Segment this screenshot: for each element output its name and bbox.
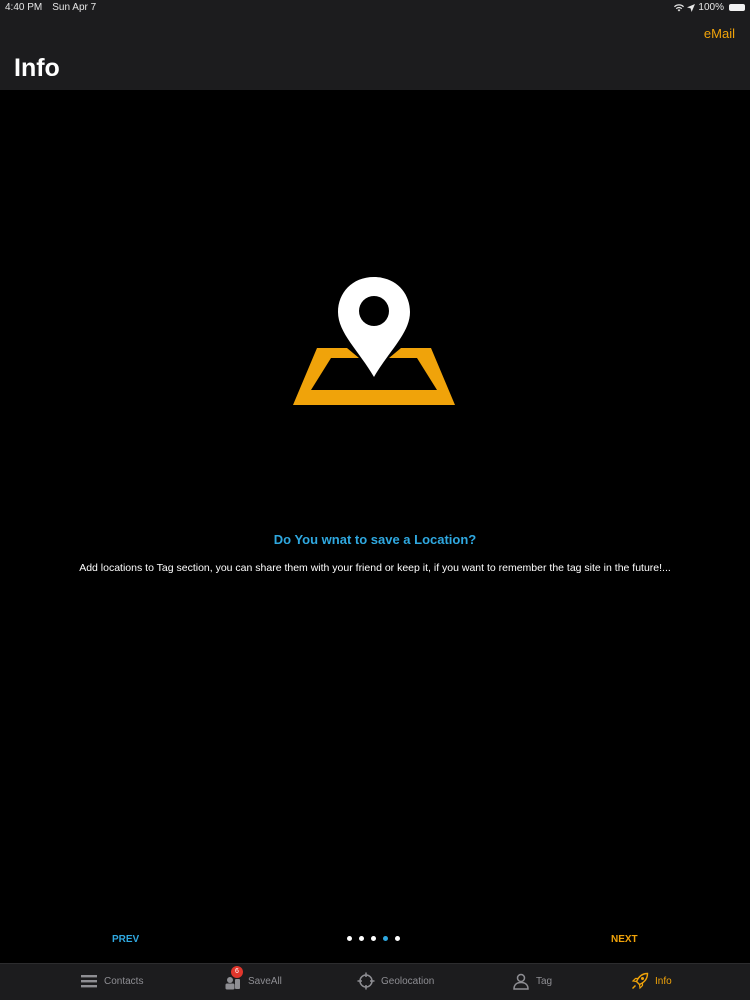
person-pin-icon bbox=[512, 972, 530, 990]
tab-contacts[interactable]: Contacts bbox=[80, 972, 143, 990]
page-dot[interactable] bbox=[395, 936, 400, 941]
page-dot[interactable] bbox=[371, 936, 376, 941]
status-bar: 4:40 PM Sun Apr 7 100% bbox=[0, 0, 750, 16]
tab-label: Geolocation bbox=[381, 975, 435, 987]
map-pin-illustration bbox=[293, 277, 455, 405]
tab-geolocation[interactable]: Geolocation bbox=[357, 972, 434, 990]
contacts-icon: 6 bbox=[224, 966, 243, 990]
tab-label: Info bbox=[655, 975, 672, 987]
location-arrow-icon bbox=[687, 3, 696, 12]
app-screen: 4:40 PM Sun Apr 7 100% eMail Info Do You bbox=[0, 0, 750, 1000]
battery-percentage: 100% bbox=[698, 2, 724, 13]
navigation-bar: eMail Info bbox=[0, 16, 750, 90]
rocket-icon bbox=[631, 972, 649, 990]
tab-label: SaveAll bbox=[248, 975, 282, 987]
tab-info[interactable]: Info bbox=[631, 972, 672, 990]
content-description: Add locations to Tag section, you can sh… bbox=[79, 562, 671, 574]
tab-tag[interactable]: Tag bbox=[512, 972, 552, 990]
prev-button[interactable]: PREV bbox=[112, 934, 139, 945]
page-indicator[interactable] bbox=[347, 936, 400, 941]
crosshair-icon bbox=[357, 972, 375, 990]
email-button[interactable]: eMail bbox=[704, 26, 735, 41]
content-title: Do You wnat to save a Location? bbox=[273, 532, 477, 547]
notification-badge: 6 bbox=[231, 966, 243, 978]
tab-saveall[interactable]: 6 SaveAll bbox=[224, 966, 282, 990]
page-dot[interactable] bbox=[347, 936, 352, 941]
status-right: 100% bbox=[674, 2, 745, 13]
status-time: 4:40 PM bbox=[5, 2, 43, 13]
tab-label: Contacts bbox=[104, 975, 144, 987]
page-dot-active[interactable] bbox=[383, 936, 388, 941]
tab-bar: Contacts 6 SaveAll Geolocation Tag Info bbox=[0, 963, 750, 1000]
status-date: Sun Apr 7 bbox=[52, 2, 97, 13]
list-icon bbox=[80, 972, 98, 990]
page-dot[interactable] bbox=[359, 936, 364, 941]
status-left: 4:40 PM Sun Apr 7 bbox=[5, 2, 96, 13]
wifi-icon bbox=[674, 3, 685, 11]
tab-label: Tag bbox=[536, 975, 553, 987]
next-button[interactable]: NEXT bbox=[611, 934, 638, 945]
map-pin-icon bbox=[338, 277, 410, 377]
battery-icon bbox=[729, 4, 745, 11]
page-title: Info bbox=[14, 54, 60, 82]
